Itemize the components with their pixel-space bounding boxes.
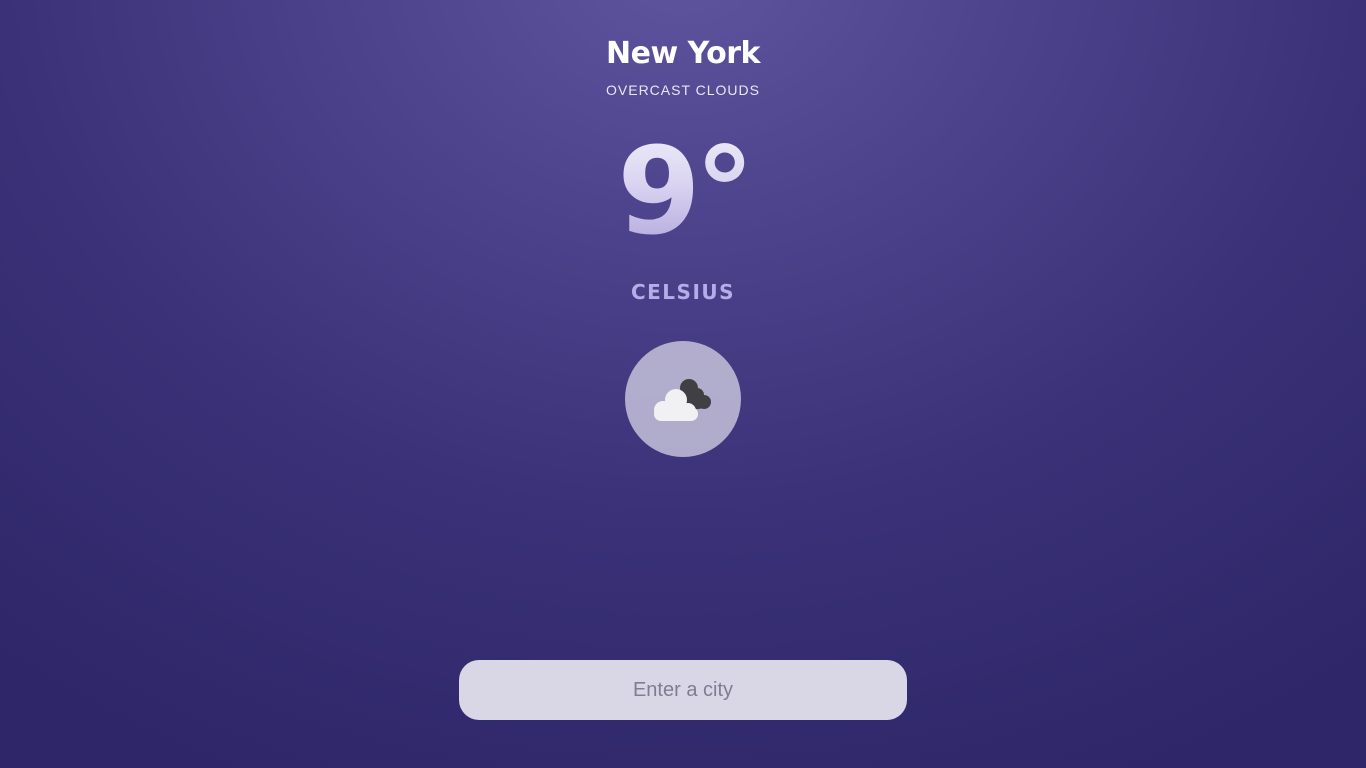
city-search-input[interactable] bbox=[459, 660, 907, 720]
weather-icon-container bbox=[625, 341, 741, 457]
city-name: New York bbox=[606, 36, 760, 71]
overcast-clouds-icon bbox=[654, 379, 711, 421]
weather-condition: OVERCAST CLOUDS bbox=[606, 82, 760, 98]
weather-app: New York OVERCAST CLOUDS 9° CELSIUS bbox=[0, 0, 1366, 768]
temperature-value: 9° bbox=[0, 118, 1366, 268]
temperature-unit: CELSIUS bbox=[630, 280, 736, 304]
